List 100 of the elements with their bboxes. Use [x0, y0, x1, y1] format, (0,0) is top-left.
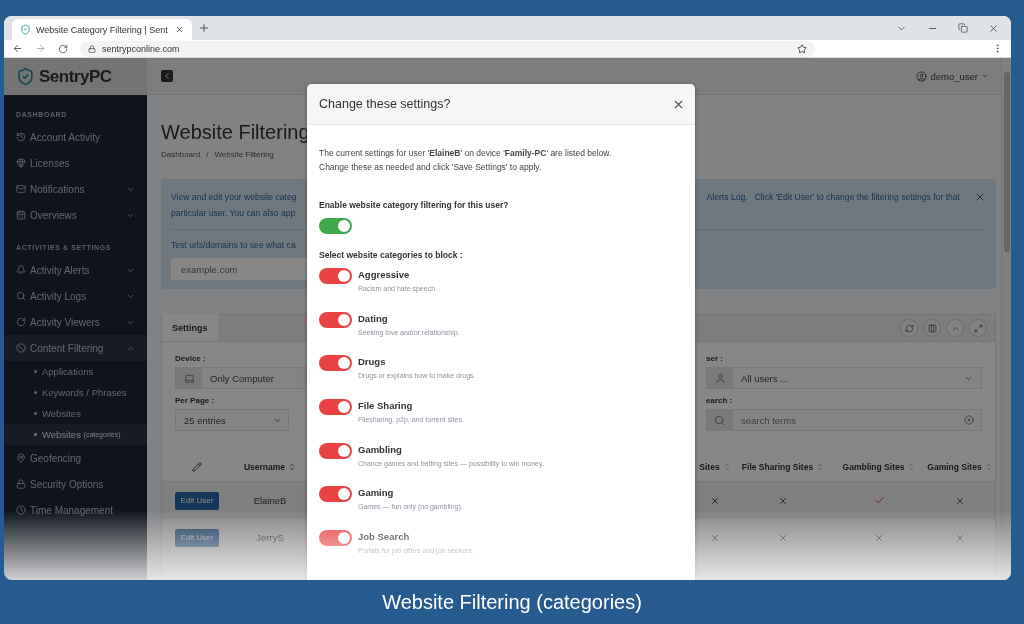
info-text: particular user. You can also app: [171, 208, 296, 218]
dialog-title: Change these settings?: [319, 97, 452, 111]
sidebar-item[interactable]: Activity Alerts: [4, 257, 147, 283]
close-icon[interactable]: [988, 22, 999, 34]
gem-icon: [16, 158, 26, 168]
map-pin-icon: [16, 453, 26, 463]
toggle-switch[interactable]: [319, 530, 352, 547]
table-cell: ElaineB: [232, 482, 308, 519]
info-text: Click 'Edit User' to change the filtering settings for that: [754, 192, 960, 202]
page-title: Website Filtering: [161, 121, 311, 144]
lock-icon: [88, 44, 96, 53]
tab[interactable]: Settings: [162, 314, 218, 341]
dialog-text: The current settings for user 'ElaineB' on device 'Family-PC' are listed below. Change these as needed and click 'Save Settings' to apply.: [319, 147, 613, 174]
calendar-icon: [16, 210, 26, 220]
bullet-icon: [34, 412, 37, 415]
address-bar[interactable]: sentrypconline.com: [80, 40, 815, 57]
browser-tab[interactable]: Website Category Filtering | Sent: [12, 19, 192, 40]
category-name: Aggressive: [358, 269, 411, 280]
columns-icon: [927, 323, 937, 333]
reload-icon[interactable]: [58, 43, 68, 54]
edit-user-button[interactable]: Edit User: [174, 528, 220, 547]
sort-icon: [907, 462, 916, 471]
sidebar-item[interactable]: Geofencing: [4, 445, 147, 471]
field-label: ser :: [706, 354, 724, 363]
search-field[interactable]: search terms: [732, 409, 982, 431]
back-icon[interactable]: [12, 43, 23, 54]
breadcrumb-link[interactable]: Website Filtering: [214, 150, 274, 159]
close-icon[interactable]: [974, 191, 986, 203]
sidebar-item[interactable]: Security Options: [4, 471, 147, 497]
category-name: Gaming: [358, 487, 395, 499]
alerts-log-link[interactable]: Alerts Log.: [706, 192, 748, 202]
sort-icon: [816, 462, 825, 471]
sidebar-subitem[interactable]: Applications: [4, 361, 147, 382]
breadcrumb-separator: /: [206, 150, 209, 159]
star-icon[interactable]: [797, 43, 807, 54]
field-label: Enable website category filtering for this user?: [319, 200, 510, 210]
sidebar-item[interactable]: Activity Logs: [4, 283, 147, 309]
columns-button[interactable]: [923, 319, 941, 337]
search-icon: [16, 291, 26, 301]
ban-icon: [16, 343, 26, 353]
sidebar-item[interactable]: Activity Viewers: [4, 309, 147, 335]
collapse-sidebar-button[interactable]: [161, 70, 173, 82]
user-icon: [916, 70, 928, 82]
logo-text: SentryPC: [39, 66, 112, 87]
refresh-icon: [904, 323, 914, 333]
user-select[interactable]: All users ...: [706, 367, 982, 389]
restore-icon[interactable]: [958, 22, 968, 33]
toggle-switch[interactable]: [319, 311, 352, 328]
toggle-switch[interactable]: [319, 399, 352, 416]
category-name: Job Search: [358, 531, 411, 543]
sidebar-item[interactable]: Content Filtering: [4, 335, 147, 361]
forward-icon[interactable]: [35, 43, 46, 54]
expand-icon: [973, 323, 983, 333]
device-select[interactable]: Only Computer: [175, 367, 307, 389]
bullet-icon: [34, 391, 37, 394]
close-icon: [175, 25, 184, 34]
refresh-icon: [16, 317, 26, 327]
toggle-switch[interactable]: [319, 218, 352, 234]
clock-icon: [16, 505, 26, 515]
lock-icon: [16, 479, 26, 489]
history-icon: [16, 132, 26, 142]
chevron-left-icon: [162, 71, 172, 81]
mail-icon: [16, 184, 26, 194]
field-label: Device :: [175, 354, 207, 363]
sidebar-item[interactable]: Account Activity: [4, 124, 147, 150]
field-label: Per Page :: [175, 396, 216, 405]
breadcrumb-link[interactable]: Dashboard: [161, 150, 201, 159]
sidebar-item[interactable]: Notifications: [4, 176, 147, 202]
bullet-icon: [34, 370, 37, 373]
shield-icon: [20, 24, 31, 35]
edit-user-button[interactable]: Edit User: [174, 491, 220, 510]
user-menu[interactable]: demo_user: [916, 70, 989, 82]
toggle-switch[interactable]: [319, 442, 352, 459]
caption: Website Filtering (categories): [382, 589, 642, 615]
bell-icon: [16, 265, 26, 275]
field-label: Select website categories to block :: [319, 250, 464, 260]
test-label: Test urls/domains to see what ca: [171, 240, 297, 250]
sort-icon: [984, 462, 993, 471]
refresh-button[interactable]: [900, 319, 918, 337]
sidebar-subitem[interactable]: Websites: [4, 403, 147, 424]
shield-logo-icon: [16, 67, 35, 86]
toggle-switch[interactable]: [319, 268, 352, 284]
chevron-down-icon: [981, 72, 989, 80]
per-page-select[interactable]: 25 entries: [175, 409, 289, 431]
field-label: earch :: [706, 396, 734, 405]
sidebar-item[interactable]: Overviews: [4, 202, 147, 228]
pencil-icon: [192, 461, 202, 472]
new-tab-icon[interactable]: [198, 22, 210, 34]
sort-icon: [722, 462, 731, 471]
sidebar-subitem[interactable]: Keywords / Phrases: [4, 382, 147, 403]
toggle-switch[interactable]: [319, 355, 352, 372]
info-text: View and edit your website categ: [171, 192, 297, 202]
category-name: Dating: [358, 312, 389, 324]
category-name: Gambling: [358, 443, 403, 455]
search-icon: [713, 414, 725, 426]
category-name: Drugs: [358, 356, 387, 368]
toggle-switch[interactable]: [319, 486, 352, 503]
sidebar-item[interactable]: Licenses: [4, 150, 147, 176]
laptop-icon: [183, 372, 195, 384]
clear-icon[interactable]: [964, 415, 974, 425]
